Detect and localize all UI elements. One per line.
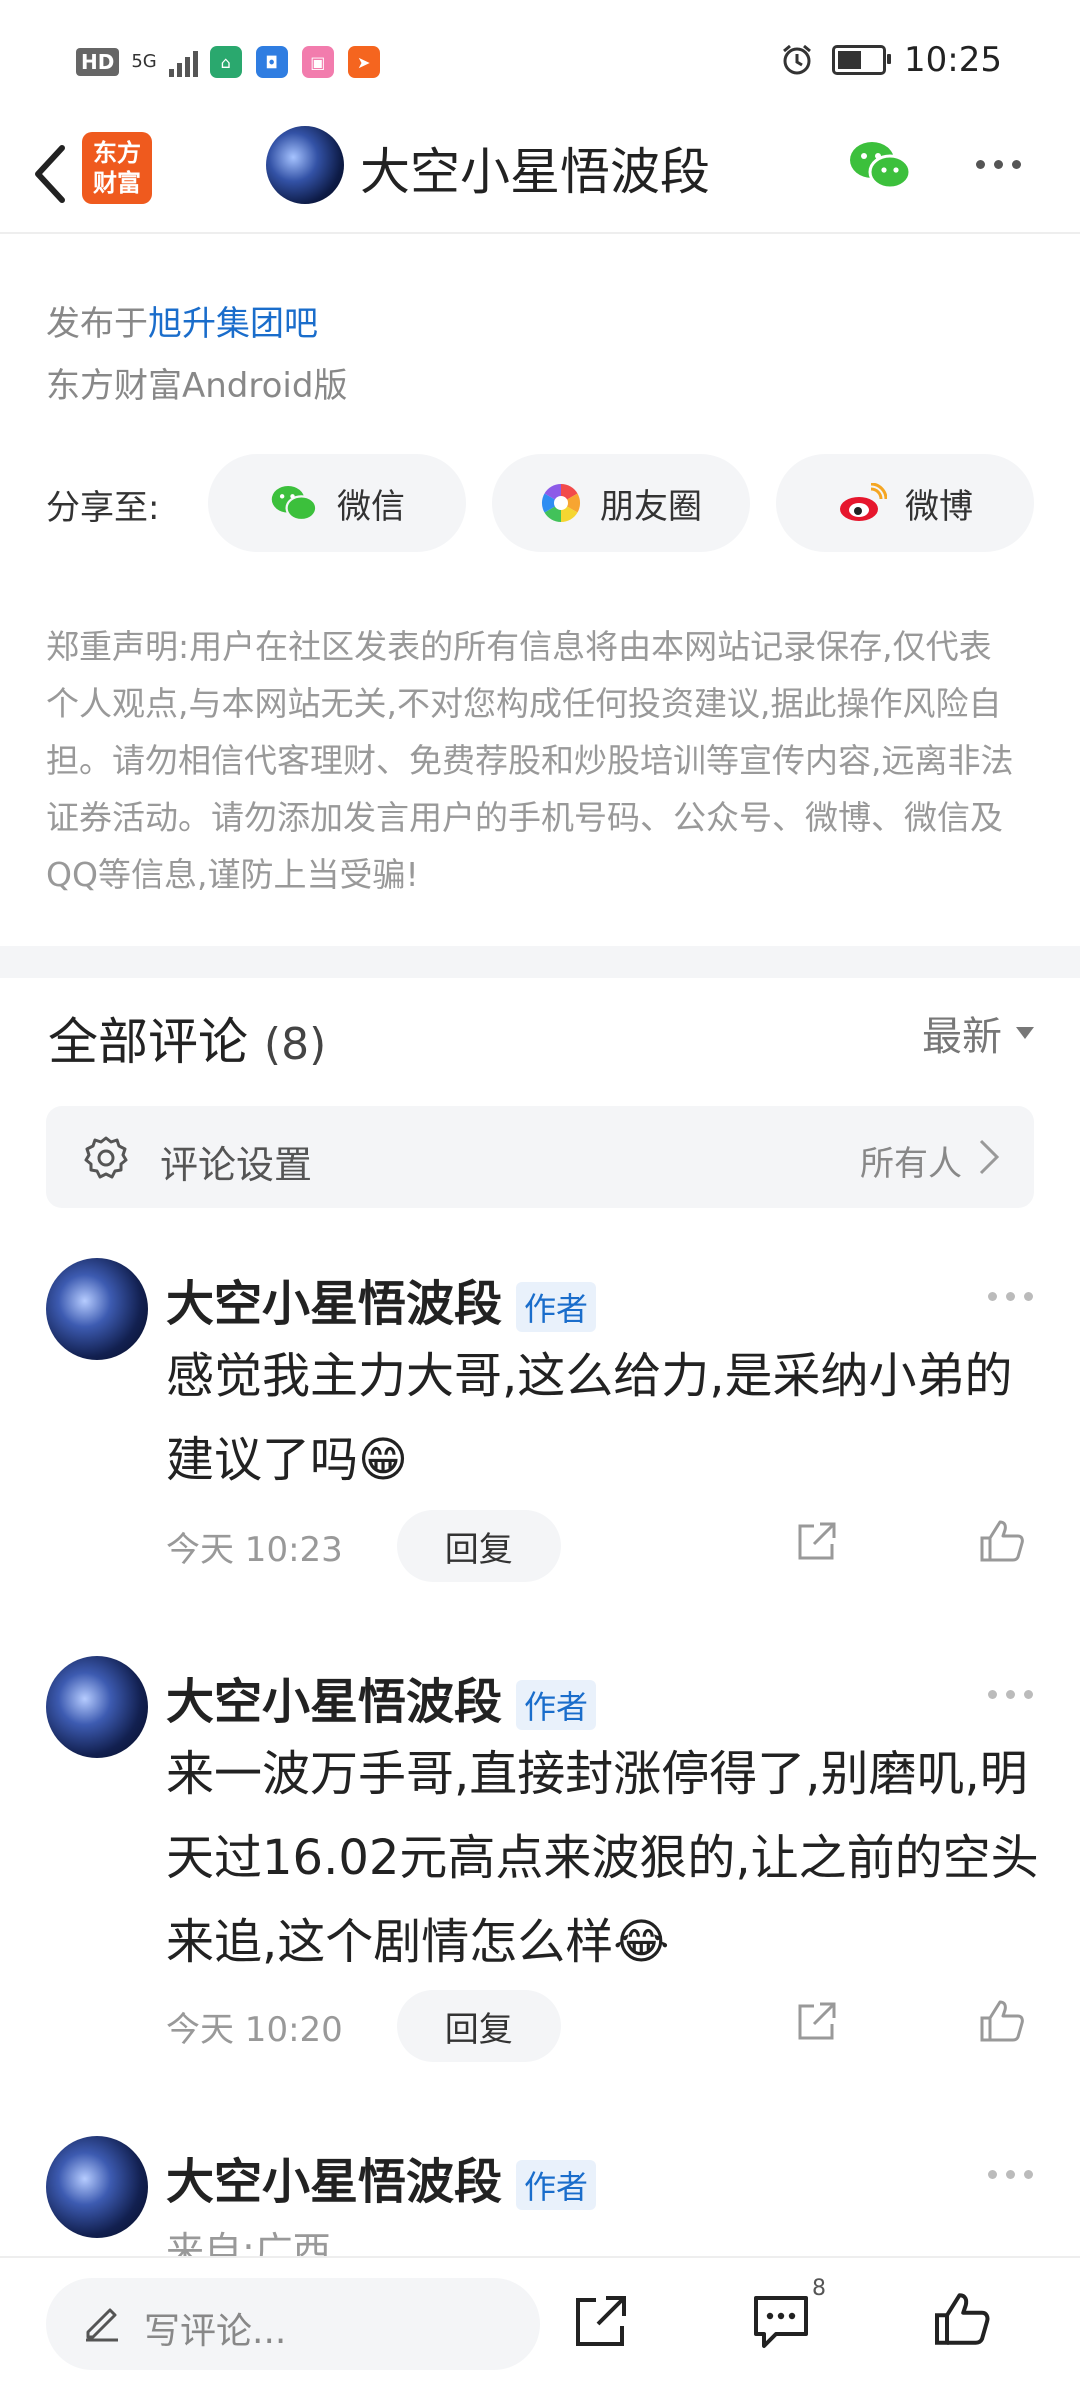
- logo-line-2: 财富: [93, 169, 141, 197]
- paper-plane-app-icon: ➤: [347, 46, 380, 78]
- share-wechat-label: 微信: [337, 486, 405, 527]
- comment-author-name: 大空小星悟波段: [166, 1674, 503, 1730]
- wallet-app-icon: ◘: [255, 46, 288, 78]
- hd-indicator: HD: [76, 48, 120, 76]
- share-label: 分享至:: [46, 488, 160, 528]
- forum-link[interactable]: 旭升集团吧: [148, 304, 318, 344]
- comment-time: 今天 10:20: [166, 2009, 343, 2050]
- comment-author-name: 大空小星悟波段: [166, 1276, 503, 1332]
- comment-avatar[interactable]: [46, 1656, 148, 1758]
- eastmoney-logo[interactable]: 东方 财富: [82, 132, 152, 204]
- chevron-right-icon: [979, 1139, 1000, 1175]
- comment-settings-value: 所有人: [860, 1144, 962, 1184]
- more-options-icon[interactable]: [976, 160, 1021, 169]
- gear-icon: [84, 1136, 128, 1179]
- write-comment-placeholder: 写评论...: [144, 2311, 287, 2352]
- share-weibo-button[interactable]: 微博: [776, 454, 1034, 552]
- comment-time: 今天 10:23: [166, 1529, 343, 1570]
- logo-line-1: 东方: [93, 139, 141, 167]
- nav-divider: [0, 232, 1080, 234]
- comment-author[interactable]: 大空小星悟波段 作者: [166, 2142, 597, 2212]
- bilibili-app-icon: ▣: [301, 46, 334, 78]
- author-badge: 作者: [516, 1282, 597, 1332]
- comment-settings-bar[interactable]: 评论设置 所有人: [46, 1106, 1034, 1208]
- wechat-share-icon[interactable]: [848, 138, 912, 192]
- comment-icon[interactable]: [752, 2294, 810, 2350]
- write-comment-input[interactable]: 写评论...: [46, 2278, 540, 2370]
- disclaimer-text: 郑重声明:用户在社区发表的所有信息将由本网站记录保存,仅代表个人观点,与本网站无…: [46, 627, 1014, 894]
- thumbs-up-icon[interactable]: [932, 2290, 992, 2348]
- network-indicator: 5G: [131, 51, 157, 72]
- share-moments-button[interactable]: 朋友圈: [492, 454, 750, 552]
- comment-author[interactable]: 大空小星悟波段 作者: [166, 1264, 597, 1334]
- sort-dropdown[interactable]: 最新: [922, 1004, 1034, 1062]
- battery-icon: [832, 45, 892, 75]
- comment-author[interactable]: 大空小星悟波段 作者: [166, 1662, 597, 1732]
- platform-label: 东方财富Android版: [46, 366, 348, 406]
- home-app-icon: ⌂: [209, 46, 242, 78]
- share-icon[interactable]: [570, 2292, 630, 2352]
- status-bar: HD 5G ⌂ ◘ ▣ ➤ 10:25: [0, 0, 1080, 120]
- comments-title-label: 全部评论: [48, 1013, 248, 1071]
- sort-label: 最新: [922, 1014, 1002, 1060]
- bottom-action-bar: 写评论... 8: [0, 2256, 1080, 2390]
- author-badge: 作者: [516, 1680, 597, 1730]
- thumbs-up-icon[interactable]: [978, 1998, 1026, 2044]
- comment-more-icon[interactable]: [988, 2170, 1033, 2179]
- published-prefix: 发布于: [46, 304, 148, 344]
- clock: 10:25: [904, 40, 1002, 80]
- share-icon[interactable]: [794, 1520, 838, 1564]
- top-nav-bar: 东方 财富 大空小星悟波段: [0, 120, 1080, 232]
- signal-icon: [168, 47, 198, 77]
- comment-avatar[interactable]: [46, 2136, 148, 2238]
- moments-icon: [541, 483, 581, 523]
- author-badge: 作者: [516, 2160, 597, 2210]
- weibo-icon: [840, 483, 887, 521]
- comment-meta: 今天 10:23 回复: [166, 1510, 561, 1582]
- status-left: HD 5G ⌂ ◘ ▣ ➤: [76, 46, 380, 78]
- status-right: 10:25: [780, 40, 1002, 80]
- comments-title: 全部评论 (8): [48, 1002, 326, 1074]
- reply-button[interactable]: 回复: [396, 1990, 561, 2062]
- section-separator: [0, 946, 1080, 978]
- author-avatar[interactable]: [266, 126, 344, 204]
- thumbs-up-icon[interactable]: [978, 1518, 1026, 1564]
- comment-meta: 今天 10:20 回复: [166, 1990, 561, 2062]
- share-weibo-label: 微博: [905, 486, 973, 527]
- wechat-icon: [271, 485, 318, 522]
- back-arrow-icon[interactable]: [26, 134, 76, 214]
- comment-text: 感觉我主力大哥,这么给力,是采纳小弟的建议了吗😁: [166, 1348, 1013, 1488]
- share-icon[interactable]: [794, 2000, 838, 2044]
- comment-more-icon[interactable]: [988, 1292, 1033, 1301]
- notification-apps: ⌂ ◘ ▣ ➤: [209, 46, 380, 78]
- comment-author-name: 大空小星悟波段: [166, 2154, 503, 2210]
- share-wechat-button[interactable]: 微信: [208, 454, 466, 552]
- comments-count: (8): [263, 1019, 327, 1070]
- comment-count-badge: 8: [812, 2276, 826, 2301]
- pencil-icon: [86, 2308, 118, 2342]
- reply-button[interactable]: 回复: [396, 1510, 561, 1582]
- comment-settings-label: 评论设置: [160, 1143, 313, 1187]
- alarm-icon: [783, 44, 811, 75]
- comment-text: 来一波万手哥,直接封涨停得了,别磨叽,明天过16.02元高点来波狠的,让之前的空…: [166, 1746, 1039, 1970]
- comment-more-icon[interactable]: [988, 1690, 1033, 1699]
- share-moments-label: 朋友圈: [600, 486, 702, 527]
- author-name[interactable]: 大空小星悟波段: [360, 132, 710, 204]
- caret-down-icon: [1016, 1027, 1034, 1039]
- comment-avatar[interactable]: [46, 1258, 148, 1360]
- published-in: 发布于旭升集团吧: [46, 296, 318, 345]
